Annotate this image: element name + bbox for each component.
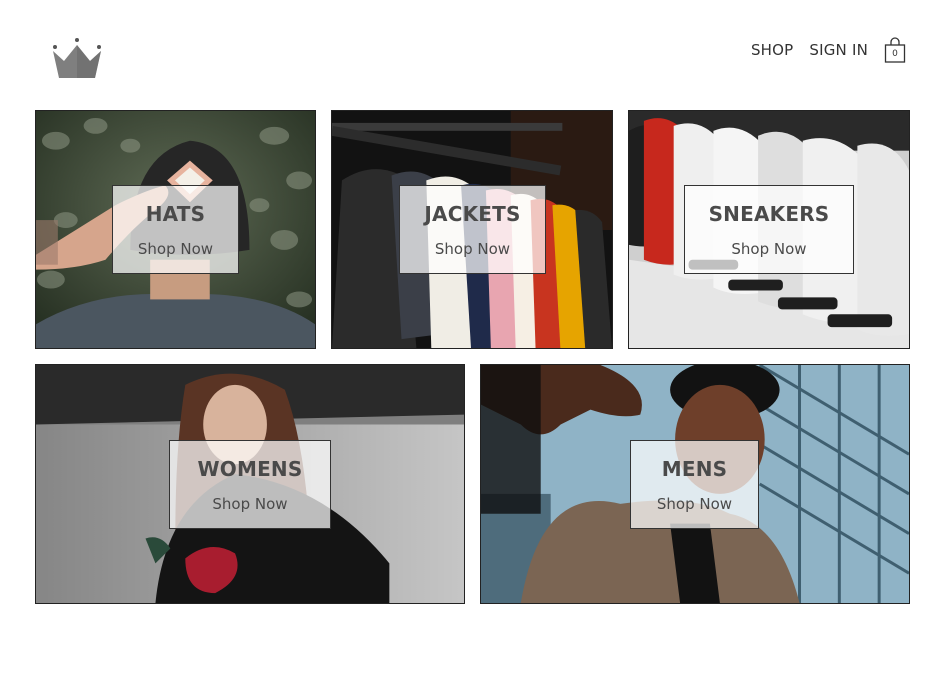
category-tile-mens[interactable]: MENS Shop Now bbox=[480, 364, 910, 604]
category-title: SNEAKERS bbox=[708, 201, 830, 226]
category-title: JACKETS bbox=[424, 201, 521, 226]
category-tile-hats[interactable]: HATS Shop Now bbox=[35, 110, 316, 349]
category-tile-womens[interactable]: WOMENS Shop Now bbox=[35, 364, 465, 604]
womens-label-box: WOMENS Shop Now bbox=[169, 440, 331, 529]
category-tile-sneakers[interactable]: SNEAKERS Shop Now bbox=[628, 110, 910, 349]
shop-link[interactable]: SHOP bbox=[751, 41, 793, 59]
main-nav: SHOP SIGN IN 0 bbox=[751, 36, 906, 64]
crown-logo-icon[interactable] bbox=[50, 37, 104, 81]
shop-now-link[interactable]: Shop Now bbox=[138, 240, 213, 258]
category-title: WOMENS bbox=[197, 456, 303, 481]
site-header: SHOP SIGN IN 0 bbox=[0, 0, 952, 100]
shop-now-link[interactable]: Shop Now bbox=[657, 495, 732, 513]
category-title: HATS bbox=[145, 201, 206, 226]
sign-in-link[interactable]: SIGN IN bbox=[809, 41, 868, 59]
jackets-label-box: JACKETS Shop Now bbox=[399, 185, 546, 274]
mens-label-box: MENS Shop Now bbox=[630, 440, 759, 529]
category-title: MENS bbox=[661, 456, 728, 481]
cart-count: 0 bbox=[892, 49, 898, 59]
category-tile-jackets[interactable]: JACKETS Shop Now bbox=[331, 110, 613, 349]
cart-button[interactable]: 0 bbox=[884, 36, 906, 64]
shop-now-link[interactable]: Shop Now bbox=[731, 240, 806, 258]
hats-label-box: HATS Shop Now bbox=[112, 185, 239, 274]
shop-now-link[interactable]: Shop Now bbox=[435, 240, 510, 258]
sneakers-label-box: SNEAKERS Shop Now bbox=[684, 185, 854, 274]
shop-now-link[interactable]: Shop Now bbox=[212, 495, 287, 513]
